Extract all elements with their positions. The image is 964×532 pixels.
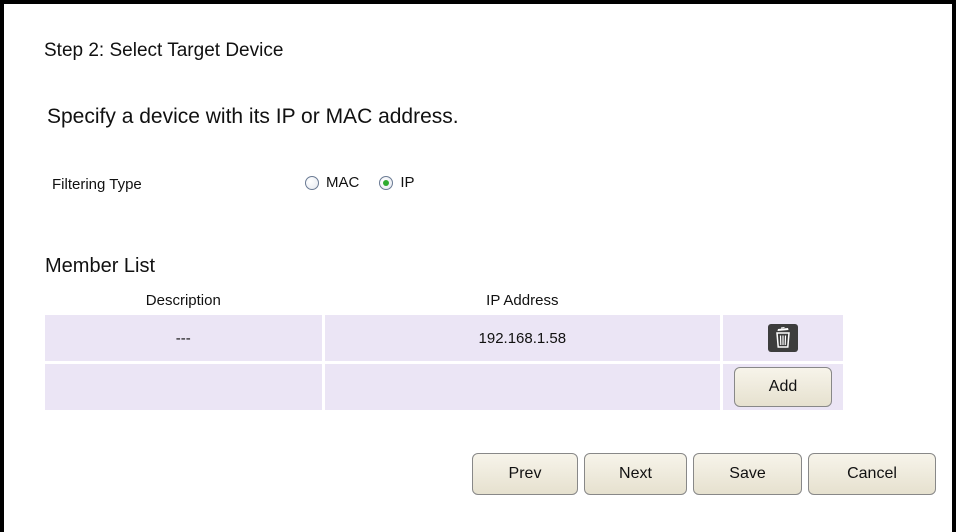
filtering-type-radio-group: MAC IP [305, 174, 435, 191]
table-row-add: Add [45, 364, 843, 410]
save-button[interactable]: Save [693, 453, 802, 495]
cell-actions [723, 315, 843, 361]
radio-option-ip[interactable]: IP [379, 174, 415, 191]
cell-description-empty [45, 364, 322, 410]
cell-add-action: Add [723, 364, 843, 410]
column-header-actions [723, 288, 843, 312]
ip-radio-button[interactable] [379, 175, 394, 190]
mac-radio-button[interactable] [305, 175, 319, 190]
add-member-button[interactable]: Add [734, 367, 832, 407]
table-header-row: Description IP Address [45, 288, 843, 312]
mac-radio-label[interactable]: MAC [326, 174, 359, 191]
cell-ip-address-empty [324, 364, 721, 410]
instruction-text: Specify a device with its IP or MAC addr… [47, 105, 459, 128]
column-header-ip-address: IP Address [486, 291, 559, 309]
column-header-description: Description [145, 291, 221, 309]
cell-description: --- [45, 315, 322, 361]
filtering-type-label: Filtering Type [52, 176, 142, 193]
cancel-button[interactable]: Cancel [808, 453, 936, 495]
cell-ip-address: 192.168.1.58 [324, 315, 721, 361]
step-title: Step 2: Select Target Device [44, 40, 284, 61]
delete-member-button[interactable] [768, 324, 798, 352]
member-list-title: Member List [45, 255, 156, 277]
prev-button[interactable]: Prev [472, 453, 578, 495]
member-list-table: Description IP Address --- 192.168.1.58 [42, 285, 846, 413]
filtering-type-row: Filtering Type MAC IP [52, 174, 552, 196]
radio-option-mac[interactable]: MAC [305, 174, 359, 191]
next-button[interactable]: Next [584, 453, 687, 495]
wizard-navigation: Prev Next Save Cancel [472, 453, 942, 495]
ip-radio-label[interactable]: IP [400, 174, 414, 191]
trash-icon [776, 327, 790, 348]
table-row: --- 192.168.1.58 [45, 315, 843, 361]
